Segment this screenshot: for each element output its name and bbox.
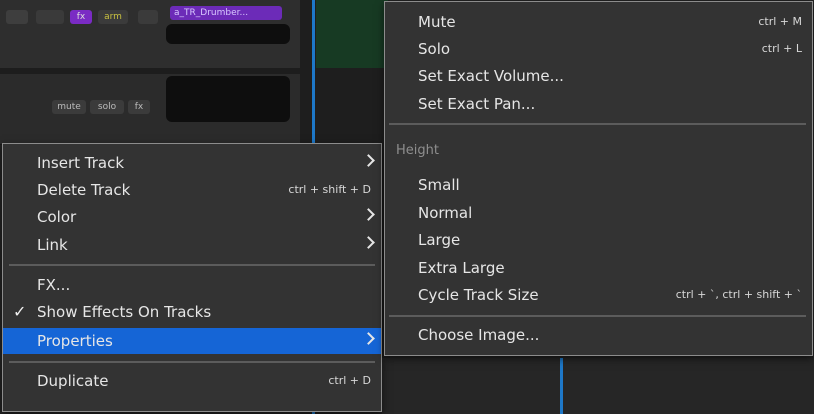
menu-item-label: Choose Image...	[418, 326, 540, 344]
shortcut-label: ctrl + D	[328, 374, 371, 387]
menu-item-label: Cycle Track Size	[418, 286, 539, 304]
shortcut-label: ctrl + `, ctrl + shift + `	[675, 288, 802, 301]
menu-divider	[9, 361, 375, 363]
track-header-1[interactable]: fx arm a_TR_Drumber...	[0, 0, 300, 69]
menu-item-color[interactable]: Color	[3, 204, 381, 230]
menu-item-height-extra-large[interactable]: Extra Large	[385, 255, 812, 281]
properties-submenu: Mute ctrl + M Solo ctrl + L Set Exact Vo…	[384, 1, 813, 356]
menu-item-set-volume[interactable]: Set Exact Volume...	[385, 63, 812, 89]
menu-item-label: Set Exact Volume...	[418, 67, 564, 85]
menu-item-label: Insert Track	[37, 154, 125, 172]
menu-item-solo[interactable]: Solo ctrl + L	[385, 36, 812, 62]
fx-button-2[interactable]: fx	[128, 100, 150, 114]
fx-button[interactable]: fx	[70, 10, 92, 24]
checkmark-icon: ✓	[13, 302, 27, 321]
track-header-2[interactable]: mute solo fx	[0, 74, 300, 145]
menu-item-label: Delete Track	[37, 181, 131, 199]
solo-button[interactable]: solo	[90, 100, 124, 114]
menu-item-label: Show Effects On Tracks	[37, 303, 212, 321]
menu-item-label: Set Exact Pan...	[418, 95, 536, 113]
meter-box-2	[166, 76, 290, 122]
menu-item-duplicate[interactable]: Duplicate ctrl + D	[3, 368, 381, 394]
track-context-menu: Insert Track Delete Track ctrl + shift +…	[2, 143, 382, 412]
shortcut-label: ctrl + M	[758, 15, 802, 28]
menu-item-label: Normal	[418, 204, 473, 222]
menu-item-insert-track[interactable]: Insert Track	[3, 150, 381, 176]
menu-item-label: Large	[418, 231, 461, 249]
menu-divider	[9, 264, 375, 266]
menu-item-label: Duplicate	[37, 372, 109, 390]
meter-box	[166, 24, 290, 44]
menu-item-cycle-track-size[interactable]: Cycle Track Size ctrl + `, ctrl + shift …	[385, 282, 812, 308]
menu-item-label: Properties	[37, 332, 113, 350]
menu-item-height-small[interactable]: Small	[385, 172, 812, 198]
audio-clip[interactable]	[316, 0, 388, 68]
menu-item-label: Solo	[418, 40, 451, 58]
dropdown-toggle[interactable]	[138, 10, 158, 24]
menu-item-label: FX...	[37, 276, 71, 294]
menu-item-label: Mute	[418, 13, 456, 31]
volume-knob-icon[interactable]	[6, 10, 28, 24]
menu-item-set-pan[interactable]: Set Exact Pan...	[385, 91, 812, 117]
menu-item-delete-track[interactable]: Delete Track ctrl + shift + D	[3, 177, 381, 203]
menu-item-label: Color	[37, 208, 77, 226]
menu-item-height-normal[interactable]: Normal	[385, 200, 812, 226]
menu-item-label: Small	[418, 176, 460, 194]
chevron-right-icon	[362, 236, 375, 249]
menu-item-label: Link	[37, 236, 68, 254]
menu-item-mute[interactable]: Mute ctrl + M	[385, 9, 812, 35]
mute-button[interactable]: mute	[52, 100, 86, 114]
lane-marker	[560, 358, 563, 414]
chevron-right-icon	[362, 208, 375, 221]
arm-button[interactable]: arm	[98, 10, 128, 24]
menu-item-properties[interactable]: Properties	[3, 328, 381, 354]
height-section-header: Height	[396, 143, 439, 158]
chevron-right-icon	[362, 154, 375, 167]
chevron-right-icon	[362, 332, 375, 345]
menu-item-link[interactable]: Link	[3, 232, 381, 258]
shortcut-label: ctrl + L	[761, 42, 802, 55]
link-icon[interactable]	[36, 10, 64, 24]
menu-item-fx[interactable]: FX...	[3, 272, 381, 298]
menu-item-height-large[interactable]: Large	[385, 227, 812, 253]
lower-lane[interactable]	[382, 358, 814, 414]
shortcut-label: ctrl + shift + D	[288, 183, 371, 196]
clip-name-tag[interactable]: a_TR_Drumber...	[170, 6, 282, 20]
menu-divider	[389, 123, 806, 125]
menu-divider	[389, 315, 806, 317]
menu-item-show-effects[interactable]: ✓ Show Effects On Tracks	[3, 299, 381, 325]
menu-item-choose-image[interactable]: Choose Image...	[385, 322, 812, 348]
menu-item-label: Extra Large	[418, 259, 505, 277]
